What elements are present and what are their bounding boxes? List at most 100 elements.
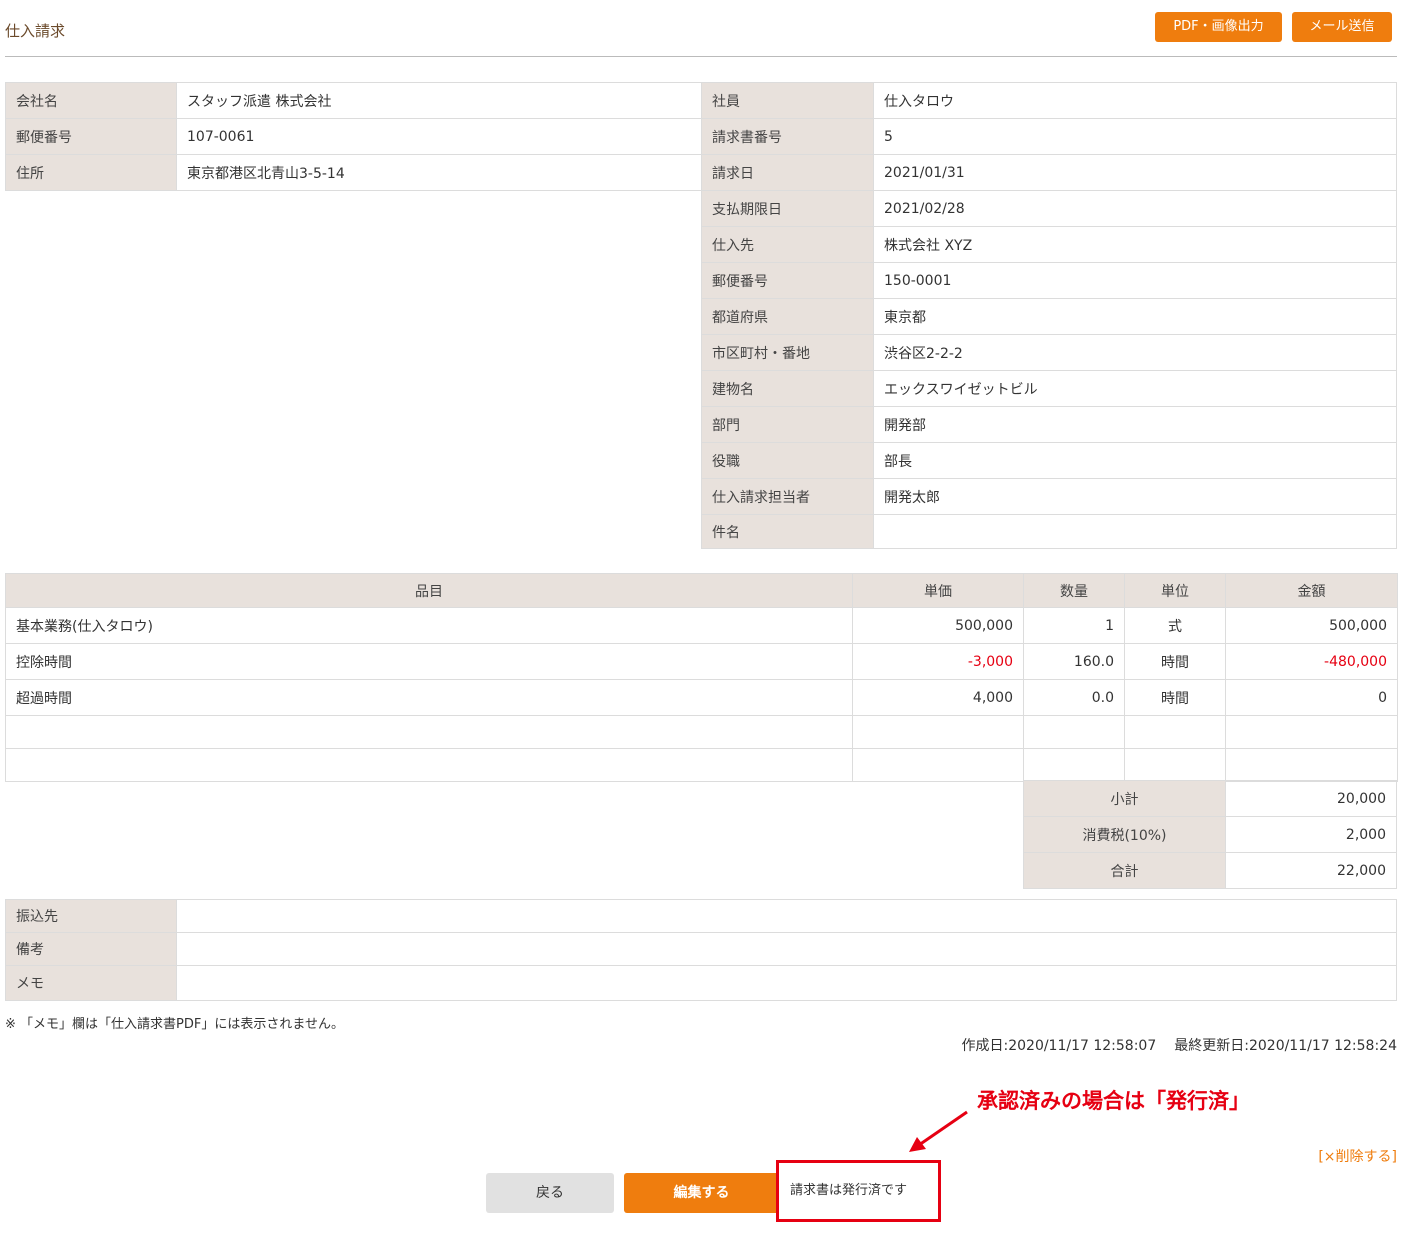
detail-row: 建物名 エックスワイゼットビル xyxy=(701,370,1397,407)
issued-status-text: 請求書は発行済です xyxy=(790,1183,908,1198)
item-name: 超過時間 xyxy=(5,679,853,716)
tax-label: 消費税(10%) xyxy=(1023,816,1226,853)
company-postal-value: 107-0061 xyxy=(176,118,702,155)
employee-label: 社員 xyxy=(701,82,874,119)
memo-value xyxy=(176,965,1397,1001)
detail-row: 都道府県 東京都 xyxy=(701,298,1397,335)
company-name-label: 会社名 xyxy=(5,82,177,119)
annotation-arrow-icon xyxy=(909,1110,968,1152)
updated-date: 最終更新日:2020/11/17 12:58:24 xyxy=(1174,1038,1397,1054)
prefecture-label: 都道府県 xyxy=(701,298,874,335)
send-mail-button[interactable]: メール送信 xyxy=(1292,12,1392,42)
empty-row xyxy=(5,715,1398,749)
remarks-label: 備考 xyxy=(5,932,177,966)
item-name: 基本業務(仕入タロウ) xyxy=(5,607,853,644)
detail-row: 仕入請求担当者 開発太郎 xyxy=(701,478,1397,515)
company-row: 会社名 スタッフ派遣 株式会社 xyxy=(5,82,702,119)
back-button[interactable]: 戻る xyxy=(486,1173,614,1213)
detail-row: 請求日 2021/01/31 xyxy=(701,154,1397,191)
company-row: 住所 東京都港区北青山3-5-14 xyxy=(5,154,702,191)
item-qty: 160.0 xyxy=(1023,643,1125,680)
city-label: 市区町村・番地 xyxy=(701,334,874,371)
empty-row xyxy=(5,748,1398,782)
company-address-label: 住所 xyxy=(5,154,177,191)
contact-person-value: 開発太郎 xyxy=(873,478,1397,515)
bank-value xyxy=(176,899,1397,933)
pdf-export-button[interactable]: PDF・画像出力 xyxy=(1155,12,1282,42)
page-title: 仕入請求 xyxy=(5,22,66,40)
item-qty: 0.0 xyxy=(1023,679,1125,716)
col-header-quantity: 数量 xyxy=(1023,573,1125,608)
supplier-value: 株式会社 XYZ xyxy=(873,226,1397,263)
item-name: 控除時間 xyxy=(5,643,853,680)
issued-status: 請求書は発行済です xyxy=(776,1160,941,1222)
table-row: 超過時間 4,000 0.0 時間 0 xyxy=(5,679,1398,716)
total-label: 合計 xyxy=(1023,852,1226,889)
employee-value: 仕入タロウ xyxy=(873,82,1397,119)
company-name-value: スタッフ派遣 株式会社 xyxy=(176,82,702,119)
totals-table: 小計 20,000 消費税(10%) 2,000 合計 22,000 xyxy=(1023,780,1397,889)
company-info-table: 会社名 スタッフ派遣 株式会社 郵便番号 107-0061 住所 東京都港区北青… xyxy=(5,82,702,191)
col-header-item: 品目 xyxy=(5,573,853,608)
item-unit: 時間 xyxy=(1124,643,1226,680)
memo-note: ※ 「メモ」欄は「仕入請求書PDF」には表示されません。 xyxy=(5,1017,344,1032)
item-amount: 500,000 xyxy=(1225,607,1398,644)
detail-row: 仕入先 株式会社 XYZ xyxy=(701,226,1397,263)
notes-row: 備考 xyxy=(5,932,1397,966)
delete-link[interactable]: [×削除する] xyxy=(1318,1146,1397,1166)
company-address-value: 東京都港区北青山3-5-14 xyxy=(176,154,702,191)
invoice-date-value: 2021/01/31 xyxy=(873,154,1397,191)
table-row: 控除時間 -3,000 160.0 時間 -480,000 xyxy=(5,643,1398,680)
item-qty: 1 xyxy=(1023,607,1125,644)
building-label: 建物名 xyxy=(701,370,874,407)
due-date-value: 2021/02/28 xyxy=(873,190,1397,227)
detail-row: 部門 開発部 xyxy=(701,406,1397,443)
supplier-label: 仕入先 xyxy=(701,226,874,263)
contact-person-label: 仕入請求担当者 xyxy=(701,478,874,515)
prefecture-value: 東京都 xyxy=(873,298,1397,335)
detail-row: 支払期限日 2021/02/28 xyxy=(701,190,1397,227)
notes-row: 振込先 xyxy=(5,899,1397,933)
department-label: 部門 xyxy=(701,406,874,443)
notes-table: 振込先 備考 メモ xyxy=(5,899,1397,1001)
tax-value: 2,000 xyxy=(1225,816,1397,853)
company-row: 郵便番号 107-0061 xyxy=(5,118,702,155)
item-unit: 式 xyxy=(1124,607,1226,644)
detail-row: 市区町村・番地 渋谷区2-2-2 xyxy=(701,334,1397,371)
created-date: 作成日:2020/11/17 12:58:07 xyxy=(961,1038,1157,1054)
company-postal-label: 郵便番号 xyxy=(5,118,177,155)
remarks-value xyxy=(176,932,1397,966)
item-amount: 0 xyxy=(1225,679,1398,716)
item-unit: 時間 xyxy=(1124,679,1226,716)
subtotal-value: 20,000 xyxy=(1225,780,1397,817)
city-value: 渋谷区2-2-2 xyxy=(873,334,1397,371)
detail-row: 件名 xyxy=(701,514,1397,549)
totals-row: 合計 22,000 xyxy=(1023,852,1397,889)
building-value: エックスワイゼットビル xyxy=(873,370,1397,407)
col-header-unit: 単位 xyxy=(1124,573,1226,608)
totals-row: 消費税(10%) 2,000 xyxy=(1023,816,1397,853)
item-price: 4,000 xyxy=(852,679,1024,716)
item-amount: -480,000 xyxy=(1225,643,1398,680)
supplier-postal-label: 郵便番号 xyxy=(701,262,874,299)
notes-row: メモ xyxy=(5,965,1397,1001)
item-price: -3,000 xyxy=(852,643,1024,680)
edit-button[interactable]: 編集する xyxy=(624,1173,779,1213)
annotation-text: 承認済みの場合は「発行済」 xyxy=(977,1089,1250,1113)
invoice-date-label: 請求日 xyxy=(701,154,874,191)
subject-label: 件名 xyxy=(701,514,874,549)
detail-row: 役職 部長 xyxy=(701,442,1397,479)
subtotal-label: 小計 xyxy=(1023,780,1226,817)
timestamps: 作成日:2020/11/17 12:58:07 最終更新日:2020/11/17 … xyxy=(962,1035,1398,1055)
page-header: 仕入請求 PDF・画像出力 メール送信 xyxy=(5,0,1397,57)
detail-row: 請求書番号 5 xyxy=(701,118,1397,155)
supplier-postal-value: 150-0001 xyxy=(873,262,1397,299)
total-value: 22,000 xyxy=(1225,852,1397,889)
col-header-unit-price: 単価 xyxy=(852,573,1024,608)
subject-value xyxy=(873,514,1397,549)
totals-row: 小計 20,000 xyxy=(1023,780,1397,817)
item-price: 500,000 xyxy=(852,607,1024,644)
position-label: 役職 xyxy=(701,442,874,479)
table-row: 基本業務(仕入タロウ) 500,000 1 式 500,000 xyxy=(5,607,1398,644)
due-date-label: 支払期限日 xyxy=(701,190,874,227)
